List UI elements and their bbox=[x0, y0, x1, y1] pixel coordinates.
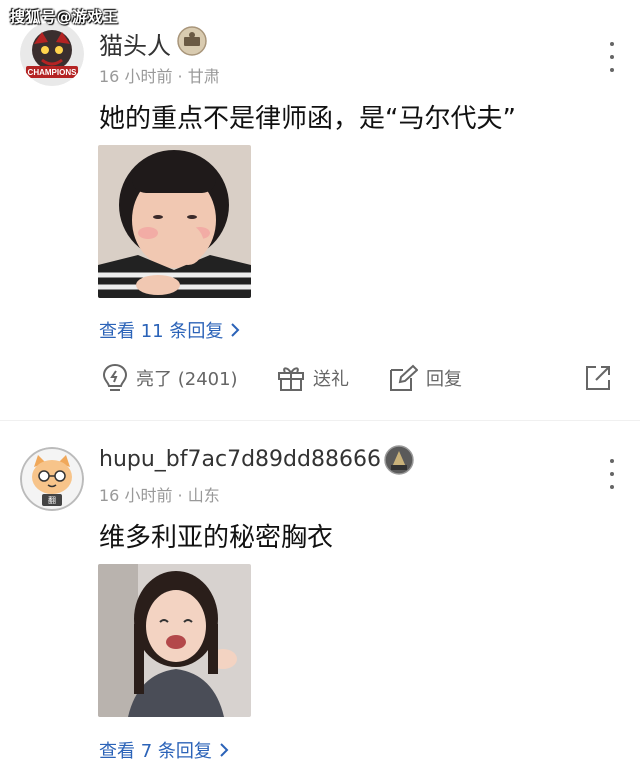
action-bar: 亮了 (2401) 送礼 回复 bbox=[0, 360, 640, 400]
badge-icon bbox=[177, 26, 207, 56]
gift-button[interactable]: 送礼 bbox=[277, 360, 349, 396]
share-icon bbox=[586, 366, 610, 390]
edit-icon bbox=[390, 364, 418, 391]
comment-location: 山东 bbox=[187, 486, 220, 505]
svg-text:翻: 翻 bbox=[48, 496, 56, 505]
meta-separator: · bbox=[177, 486, 183, 505]
comment-card: CHAMPIONS 猫头人 16 小时前 · 甘肃 她的重点不是律师函，是“马尔… bbox=[0, 0, 640, 420]
lightbulb-icon bbox=[102, 363, 128, 391]
gift-icon bbox=[278, 367, 304, 391]
reply-button[interactable]: 回复 bbox=[388, 360, 462, 396]
comment-time: 16 小时前 bbox=[99, 486, 173, 505]
reaction-image[interactable] bbox=[98, 145, 251, 298]
comment-card: 翻 hupu_bf7ac7d89dd88666 16 小时前 · 山东 维多利亚… bbox=[0, 420, 640, 784]
comment-time: 16 小时前 bbox=[99, 67, 173, 86]
meta-separator: · bbox=[177, 67, 183, 86]
comment-meta: 16 小时前 · 山东 bbox=[99, 482, 220, 506]
watermark: 搜狐号@游戏王 bbox=[10, 8, 119, 26]
view-replies-link[interactable]: 查看 11 条回复 bbox=[99, 317, 241, 343]
comment-meta: 16 小时前 · 甘肃 bbox=[99, 63, 220, 87]
more-options-icon[interactable] bbox=[606, 459, 618, 489]
badge-icon bbox=[384, 445, 414, 475]
cat-avatar-icon: 翻 bbox=[20, 447, 84, 511]
username[interactable]: hupu_bf7ac7d89dd88666 bbox=[99, 447, 381, 472]
username[interactable]: 猫头人 bbox=[99, 26, 171, 61]
more-options-icon[interactable] bbox=[606, 42, 618, 72]
view-replies-link[interactable]: 查看 7 条回复 bbox=[99, 737, 230, 763]
share-button[interactable] bbox=[584, 360, 612, 396]
reaction-image[interactable] bbox=[98, 564, 251, 717]
view-replies-label: 查看 11 条回复 bbox=[99, 321, 224, 342]
chevron-right-icon bbox=[220, 743, 229, 757]
reply-label: 回复 bbox=[426, 369, 462, 390]
user-avatar[interactable]: CHAMPIONS bbox=[20, 22, 84, 86]
light-button[interactable]: 亮了 (2401) bbox=[102, 360, 238, 396]
comment-text: 她的重点不是律师函，是“马尔代夫” bbox=[99, 104, 516, 134]
user-avatar[interactable]: 翻 bbox=[20, 447, 84, 511]
light-label: 亮了 (2401) bbox=[136, 369, 238, 390]
view-replies-label: 查看 7 条回复 bbox=[99, 741, 212, 762]
comment-location: 甘肃 bbox=[187, 67, 220, 86]
comment-text: 维多利亚的秘密胸衣 bbox=[99, 523, 334, 553]
gift-label: 送礼 bbox=[313, 369, 349, 390]
chevron-right-icon bbox=[231, 323, 240, 337]
champions-avatar-icon: CHAMPIONS bbox=[20, 22, 84, 86]
svg-text:CHAMPIONS: CHAMPIONS bbox=[28, 68, 78, 77]
